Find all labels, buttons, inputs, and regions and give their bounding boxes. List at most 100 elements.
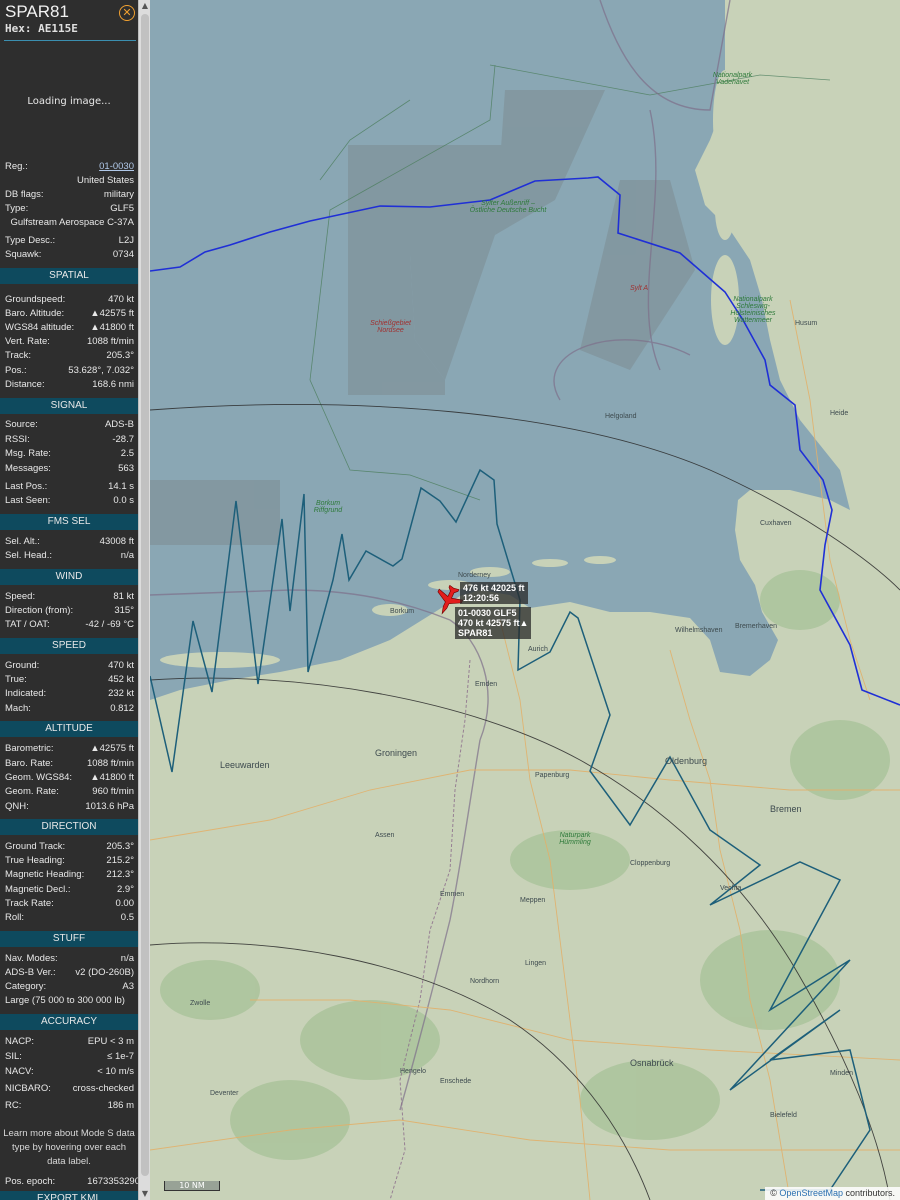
row-label: Magnetic Heading: (5, 869, 85, 880)
aircraft-label-speed-alt: 470 kt 42575 ft▲ (458, 618, 529, 628)
row-value: 186 m (107, 1100, 134, 1111)
map-label-meppen: Meppen (520, 897, 546, 904)
section-header-signal[interactable]: SIGNAL (0, 398, 138, 414)
row-label: Category: (5, 981, 47, 992)
row-label: Track: (5, 350, 32, 361)
speed-row: True: 452 kt (5, 673, 134, 687)
row-label: Mach: (5, 703, 31, 714)
row-label: Source: (5, 419, 38, 430)
detail-row-country: United States (5, 174, 134, 188)
stuff-row: Category: A3 (5, 980, 134, 994)
accuracy-row: RC: 186 m (5, 1099, 134, 1113)
map-label-bremerhaven: Bremerhaven (735, 623, 778, 630)
map-label-minden: Minden (830, 1070, 853, 1077)
signal-row: Messages: 563 (5, 462, 134, 476)
row-label: True: (5, 674, 27, 685)
spatial-row: Pos.: 53.628°, 7.032° (5, 364, 134, 378)
spatial-row: Groundspeed: 470 kt (5, 293, 134, 307)
map-label-groningen: Groningen (375, 748, 418, 758)
signal-row: Msg. Rate: 2.5 (5, 447, 134, 461)
row-value: ▲41800 ft (90, 322, 134, 333)
row-value: ▲42575 ft (90, 308, 134, 319)
row-value: 1088 ft/min (87, 758, 134, 769)
row-label: Direction (from): (5, 605, 74, 616)
row-value: -42 / -69 °C (85, 619, 134, 630)
map-label-vechta: Vechta (720, 885, 742, 892)
map-label-nordhorn: Nordhorn (470, 978, 500, 985)
map-label-aurich: Aurich (528, 646, 548, 653)
section-header-fms-sel[interactable]: FMS SEL (0, 514, 138, 530)
row-label: WGS84 altitude: (5, 322, 75, 333)
row-value: 452 kt (108, 674, 134, 685)
section-header-stuff[interactable]: STUFF (0, 931, 138, 947)
map-label-husum: Husum (795, 320, 818, 327)
speed-row: Indicated: 232 kt (5, 687, 134, 701)
detail-label: DB flags: (5, 189, 44, 200)
section-header-speed[interactable]: SPEED (0, 638, 138, 654)
row-label: Distance: (5, 379, 45, 390)
hex-value: AE115E (38, 22, 78, 35)
row-label: Groundspeed: (5, 294, 66, 305)
row-label: Sel. Head.: (5, 550, 52, 561)
row-value: 212.3° (106, 869, 134, 880)
map-label-hummling: Naturpark Hümmling (559, 832, 591, 846)
scrollbar-thumb[interactable] (141, 14, 149, 1176)
stuff-row: Large (75 000 to 300 000 lb) (5, 994, 134, 1008)
row-value: A3 (122, 981, 134, 992)
epoch-row: Pos. epoch: 1673353290 (5, 1175, 138, 1189)
detail-label: Type: (5, 203, 29, 214)
row-value: 1013.6 hPa (85, 801, 134, 812)
map-label-cuxhaven: Cuxhaven (760, 520, 792, 527)
section-header-wind[interactable]: WIND (0, 569, 138, 585)
map-view[interactable]: Borkum Norderney Emden Aurich Groningen … (150, 0, 900, 1200)
accuracy-row: NACP: EPU < 3 m (5, 1035, 134, 1049)
map-label-nationalpark-sh: Nationalpark Schleswig-Holsteinisches Wa… (730, 296, 776, 324)
aircraft-label-reg-type: 01-0030 GLF5 (458, 608, 517, 618)
accuracy-row: SIL: ≤ 1e-7 (5, 1050, 134, 1064)
section-header-direction[interactable]: DIRECTION (0, 819, 138, 835)
registration-link[interactable]: 01-0030 (99, 160, 134, 174)
row-value: 315° (114, 605, 134, 616)
row-value: v2 (DO-260B) (75, 967, 134, 978)
row-label: RC: (5, 1100, 22, 1111)
wind-row: Direction (from): 315° (5, 604, 134, 618)
wind-row: TAT / OAT: -42 / -69 °C (5, 618, 134, 632)
row-label: Ground: (5, 660, 40, 671)
map-label-assen: Assen (375, 832, 395, 839)
openstreetmap-link[interactable]: OpenStreetMap (779, 1188, 843, 1198)
row-label: NICBARO: (5, 1083, 51, 1094)
detail-value: Gulfstream Aerospace C-37A (10, 217, 134, 228)
row-value: ▲42575 ft (90, 743, 134, 754)
row-value: 215.2° (106, 855, 134, 866)
hex-label: Hex: (5, 22, 32, 35)
signal-row: RSSI: -28.7 (5, 433, 134, 447)
section-header-altitude[interactable]: ALTITUDE (0, 721, 138, 737)
row-label: NACP: (5, 1036, 35, 1047)
detail-row-db-flags: DB flags: military (5, 188, 134, 202)
detail-row-type-name: Gulfstream Aerospace C-37A (5, 216, 134, 230)
row-value: 2.9° (116, 884, 134, 895)
header-divider (4, 40, 136, 41)
aircraft-label[interactable]: 01-0030 GLF5 470 kt 42575 ft▲ SPAR81 (455, 607, 532, 639)
section-header-spatial[interactable]: SPATIAL (0, 268, 138, 284)
detail-value: military (103, 189, 134, 200)
map-label-osnabrueck: Osnabrück (630, 1058, 674, 1068)
section-header-accuracy[interactable]: ACCURACY (0, 1014, 138, 1030)
map-label-norderney: Norderney (458, 572, 491, 579)
close-icon[interactable]: ✕ (119, 5, 135, 21)
speed-row: Ground: 470 kt (5, 659, 134, 673)
direction-row: Magnetic Decl.: 2.9° (5, 883, 134, 897)
export-kml-button[interactable]: EXPORT KML (0, 1191, 138, 1200)
row-value: 470 kt (108, 660, 134, 671)
spatial-row: Track: 205.3° (5, 349, 134, 363)
row-label: Barometric: (5, 743, 54, 754)
row-value: 205.3° (106, 841, 134, 852)
sidebar-scrollbar[interactable]: ▲ ▼ (138, 0, 150, 1200)
detail-row-type: Type: GLF5 (5, 202, 134, 216)
map-label-borkum: Borkum (390, 608, 415, 615)
row-value: Large (75 000 to 300 000 lb) (5, 995, 125, 1006)
row-value: 43008 ft (99, 536, 134, 547)
accuracy-row: NACV: < 10 m/s (5, 1065, 134, 1079)
row-value: 1088 ft/min (87, 336, 134, 347)
map-label-sylt-a: Sylt A (630, 285, 649, 292)
